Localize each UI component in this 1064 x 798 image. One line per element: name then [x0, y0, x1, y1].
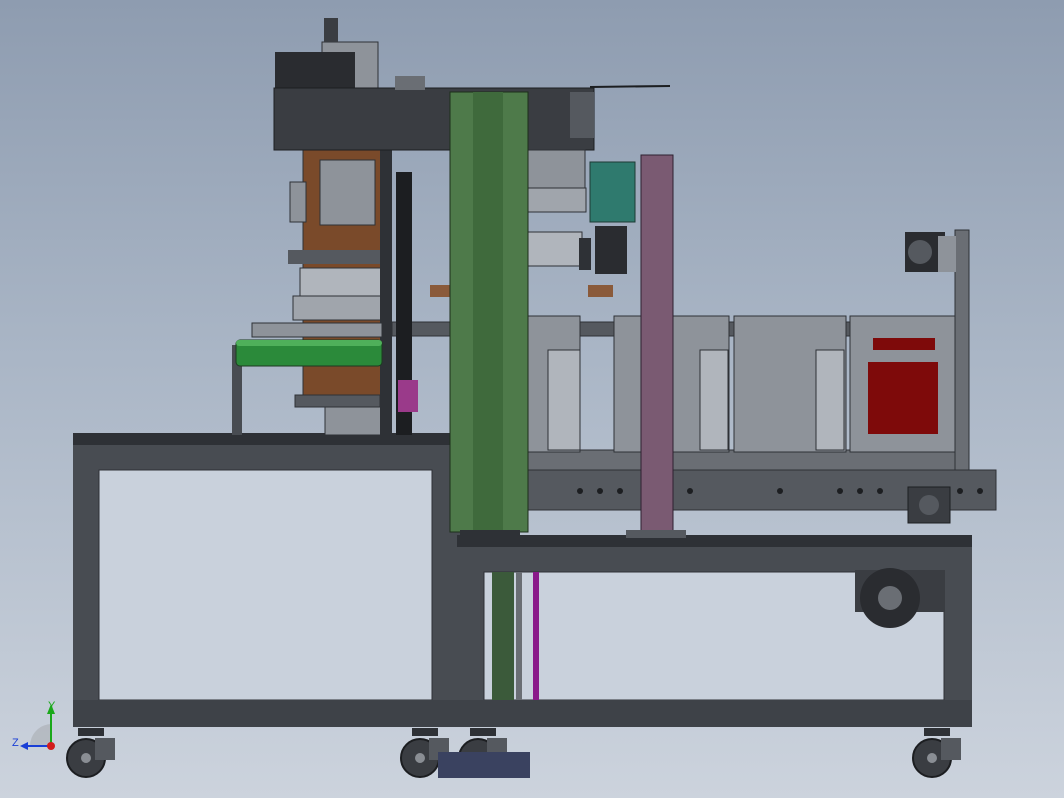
right-table-frame: [457, 535, 972, 727]
red-guard-panel: [868, 362, 938, 434]
caster-wheels: [66, 728, 961, 778]
machine-model[interactable]: Y Z: [0, 0, 1064, 798]
cad-viewport[interactable]: Y Z: [0, 0, 1064, 798]
green-roller: [235, 322, 383, 367]
x-axis-dot: [47, 742, 55, 750]
y-axis-label: Y: [48, 700, 56, 712]
magenta-block: [398, 380, 418, 412]
caster-wheel: [912, 728, 961, 778]
caster-wheel: [66, 728, 115, 778]
station-housings: [464, 315, 966, 453]
green-column: [449, 91, 529, 538]
left-table-frame: [73, 433, 465, 727]
teal-motor: [589, 161, 636, 223]
axis-triad: Y Z: [12, 700, 56, 750]
z-axis-label: Z: [12, 737, 19, 749]
left-tower: [232, 149, 418, 436]
